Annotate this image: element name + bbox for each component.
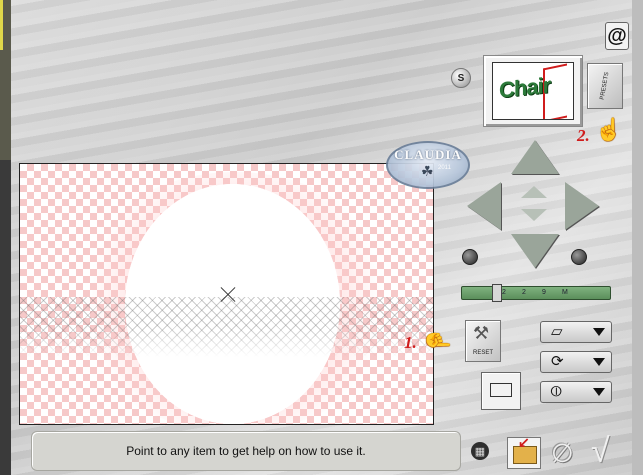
watermark-year: 2011: [438, 165, 451, 171]
move-right-arrow-icon[interactable]: [565, 182, 599, 230]
thumbnail-frame[interactable]: Chair: [483, 55, 583, 127]
layout-frame-icon: [490, 383, 512, 397]
rotate-mode-dropdown[interactable]: ⟳: [540, 351, 612, 373]
s-button-label: S: [457, 72, 465, 84]
reset-button[interactable]: ⚒ RESET: [465, 320, 501, 362]
small-down-arrow-icon[interactable]: [521, 209, 547, 221]
thumbnail-image: Chair: [492, 62, 574, 120]
rotate-left-button[interactable]: [462, 249, 478, 265]
layout-button[interactable]: [481, 372, 521, 410]
slider-tick: M: [562, 289, 568, 296]
zoom-slider[interactable]: 2 2 9 M: [461, 284, 611, 302]
annotation-step-1: 1.: [404, 333, 417, 352]
annotation-step-2: 2.: [577, 126, 590, 145]
open-folder-button[interactable]: ↙: [507, 434, 541, 469]
grid-icon[interactable]: ▦: [471, 442, 489, 460]
rotate-right-button[interactable]: [571, 249, 587, 265]
presets-label: PRESETS: [599, 71, 611, 101]
chevron-down-icon: [593, 328, 605, 336]
perspective-mode-dropdown[interactable]: ⏥: [540, 321, 612, 343]
preview-canvas[interactable]: [19, 163, 434, 425]
hammer-icon: ⚒: [473, 323, 490, 343]
right-edge: [632, 0, 643, 475]
slider-handle[interactable]: [492, 284, 502, 302]
spin-mode-dropdown[interactable]: ⦶: [540, 381, 612, 403]
logo-glyph: @: [607, 24, 627, 47]
slider-tick: 2: [502, 289, 506, 296]
slider-tick: 9: [542, 289, 546, 296]
chevron-down-icon: [593, 358, 605, 366]
slider-tick: 2: [522, 289, 526, 296]
reset-label: RESET: [472, 350, 493, 356]
spin-axis-icon: ⦶: [551, 383, 562, 400]
help-status-bar: Point to any item to get help on how to …: [31, 431, 461, 471]
claudia-watermark: CLAUDIA ☘ 2011: [386, 141, 470, 189]
s-button[interactable]: S: [451, 68, 471, 88]
grid-plane-icon: ⏥: [551, 323, 563, 340]
pointing-hand-icon: ☝: [595, 117, 623, 142]
help-text: Point to any item to get help on how to …: [126, 444, 366, 458]
chevron-down-icon: [593, 388, 605, 396]
thumbnail-text: Chair: [499, 72, 551, 103]
presets-button[interactable]: PRESETS: [587, 63, 623, 109]
pointing-hand-icon: ☝: [425, 327, 451, 355]
app-logo-icon: @: [605, 22, 629, 50]
watermark-figure-icon: ☘: [421, 163, 434, 179]
arrow-down-icon: ↙: [518, 434, 530, 450]
cancel-icon[interactable]: ∅: [551, 438, 574, 469]
preview-tile-band: [20, 297, 433, 357]
move-left-arrow-icon[interactable]: [467, 182, 501, 230]
left-edge: [0, 0, 11, 475]
move-down-arrow-icon[interactable]: [511, 234, 559, 268]
move-up-arrow-icon[interactable]: [511, 140, 559, 174]
rotate-ring-icon: ⟳: [551, 353, 564, 370]
left-edge-accent: [0, 0, 3, 50]
small-up-arrow-icon[interactable]: [521, 186, 547, 198]
checkmark-icon[interactable]: √: [591, 432, 610, 471]
watermark-name: CLAUDIA: [394, 147, 462, 162]
